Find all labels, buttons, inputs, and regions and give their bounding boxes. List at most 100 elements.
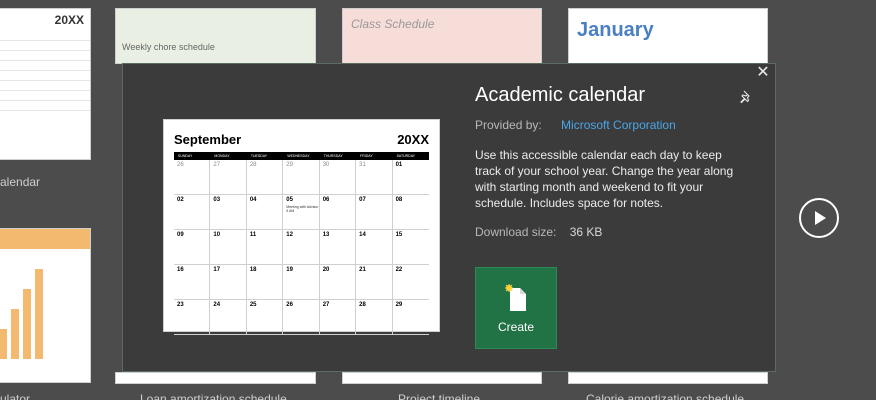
calendar-day-cell: 11 [246,230,284,265]
template-tile[interactable]: January [568,8,768,64]
day-number: 23 [177,302,184,308]
day-number: 25 [249,302,257,308]
calendar-day-cell: 15 [392,230,429,265]
preview-year: 20XX [397,132,429,147]
next-template-button[interactable] [799,198,839,238]
calendar-day-cell: 29 [283,160,320,195]
template-tile[interactable]: Class Schedule [342,8,542,64]
calendar-day-cell: 07 [356,195,393,230]
create-button[interactable]: Create [475,267,557,349]
day-number: 22 [395,267,403,273]
day-number: 06 [322,197,330,203]
calendar-day-cell: 21 [356,265,393,300]
provider-line: Provided by: Microsoft Corporation [475,118,676,132]
template-tile[interactable] [342,372,542,384]
day-number: 26 [286,302,293,308]
calendar-day-cell: 01 [392,160,429,195]
day-header: TUESDAY [250,154,268,158]
template-preview: September 20XX SUNDAY MONDAY TUESDAY WED… [163,119,440,335]
tile-caption: Loan amortization schedule [140,392,287,400]
day-number: 14 [359,232,366,238]
calendar-day-cell: 19 [283,265,320,300]
day-header: SATURDAY [396,154,416,158]
calendar-day-cell: 16 [174,265,211,300]
calendar-day-cell: 14 [356,230,393,265]
calendar-day-cell: 18 [246,265,284,300]
calendar-day-cell: 10 [210,230,247,265]
tile-caption: alendar [0,175,41,189]
template-tile[interactable]: 20XX [0,8,91,160]
calendar-day-cell: 28 [246,160,284,195]
calendar-day-cell: 29 [392,300,429,335]
day-header: THURSDAY [323,154,343,158]
calendar-day-cell: 03 [210,195,247,230]
preview-day-headers: SUNDAY MONDAY TUESDAY WEDNESDAY THURSDAY… [174,152,429,160]
day-number: 17 [213,267,221,273]
close-button[interactable]: ✕ [755,64,771,82]
template-description: Use this accessible calendar each day to… [475,148,734,210]
template-tile[interactable] [568,372,768,384]
calendar-day-cell: 28 [356,300,393,335]
template-tile[interactable] [0,228,91,383]
calendar-day-cell: 26 [283,300,320,335]
day-number: 24 [213,302,221,308]
day-number: 19 [286,267,293,273]
day-number: 08 [395,197,403,203]
day-number: 13 [322,232,330,238]
tile-year: 20XX [54,13,84,27]
calendar-day-cell: 30 [319,160,357,195]
calendar-day-cell: 20 [319,265,357,300]
day-number: 21 [359,267,366,273]
tile-heading: January [577,19,654,41]
day-number: 29 [286,162,293,168]
calendar-day-cell: 05 Meeting with Advisor 9 AM [283,195,320,230]
day-note: Meeting with Advisor 9 AM [286,205,319,213]
day-number: 15 [395,232,403,238]
day-number: 27 [322,302,330,308]
close-icon: ✕ [756,64,770,81]
tile-caption: ulator [0,392,31,400]
tile-heading: Class Schedule [351,17,435,31]
day-header: MONDAY [214,154,230,158]
template-title: Academic calendar [475,84,646,106]
download-size-label: Download size: [475,225,557,239]
calendar-day-cell: 08 [392,195,429,230]
day-number: 27 [213,162,221,168]
day-number: 20 [322,267,330,273]
calendar-day-cell: 04 [246,195,284,230]
template-tile[interactable]: Weekly chore schedule [115,8,316,64]
new-document-icon [505,284,526,311]
day-number: 05 [286,197,293,203]
day-number: 01 [395,162,403,168]
calendar-day-cell: 22 [392,265,429,300]
download-size-line: Download size: 36 KB [475,225,602,239]
create-label: Create [497,320,535,334]
provided-by-label: Provided by: [475,118,542,132]
calendar-day-cell: 23 [174,300,211,335]
calendar-day-cell: 25 [246,300,284,335]
provider-link[interactable]: Microsoft Corporation [561,118,676,132]
day-number: 31 [359,162,366,168]
day-number: 03 [213,197,221,203]
calendar-day-cell: 13 [319,230,357,265]
calendar-day-cell: 06 [319,195,357,230]
day-number: 12 [286,232,293,238]
preview-month: September [174,132,242,147]
calendar-day-cell: 17 [210,265,247,300]
download-size-value: 36 KB [569,225,603,239]
day-number: 16 [177,267,184,273]
day-header: WEDNESDAY [287,154,310,158]
day-number: 26 [177,162,184,168]
calendar-day-cell: 27 [210,160,247,195]
template-tile[interactable] [115,372,316,384]
day-number: 30 [322,162,330,168]
tile-heading: Weekly chore schedule [122,42,215,52]
tile-caption: Project timeline [398,392,481,400]
day-number: 09 [177,232,184,238]
calendar-day-cell: 27 [319,300,357,335]
pin-button[interactable] [738,89,754,105]
calendar-day-cell: 31 [356,160,393,195]
pin-icon [740,90,750,104]
day-number: 11 [249,232,257,238]
preview-calendar-grid: 26 27 28 29 30 31 01 02 03 04 05 Meeting with Advis… [174,160,429,335]
